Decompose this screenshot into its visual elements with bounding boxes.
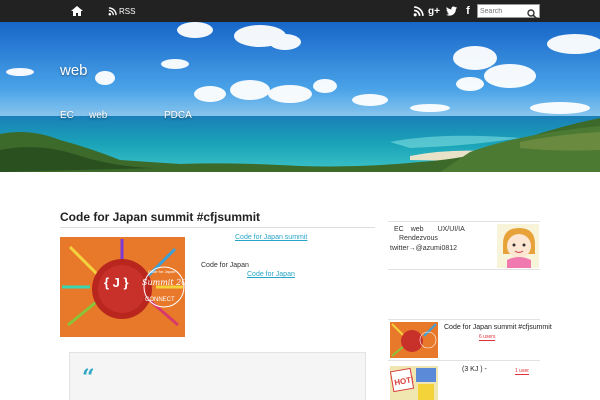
popular-title-2[interactable]: (3 KJ ) - <box>462 366 487 373</box>
header-banner: web EC web PDCA <box>0 22 600 172</box>
quote-icon: “ <box>82 365 95 391</box>
logo-mark-text: { J } <box>104 275 129 290</box>
popular-badge-1[interactable]: 6 users <box>479 334 496 341</box>
summit-poster-image <box>390 322 438 358</box>
meta-text: Code for Japan <box>201 262 249 269</box>
blockquote: “ <box>69 352 366 400</box>
profile-line-3[interactable]: twitter→@azumi0812 <box>390 245 457 252</box>
search-icon[interactable] <box>527 6 537 19</box>
tagline-part-1: EC <box>60 110 74 121</box>
rss-icon[interactable] <box>411 4 425 18</box>
rss-label: RSS <box>119 6 136 16</box>
rss-icon <box>108 6 117 15</box>
home-icon[interactable] <box>70 4 84 18</box>
hot-illustration-image: HOT! <box>390 366 438 400</box>
google-plus-icon[interactable]: g+ <box>427 4 441 18</box>
facebook-icon[interactable]: f <box>461 4 475 18</box>
tagline-part-3: PDCA <box>164 110 192 121</box>
popular-divider <box>388 360 540 361</box>
post-title[interactable]: Code for Japan summit #cfjsummit <box>60 210 260 224</box>
avatar <box>497 224 539 268</box>
popular-thumb-1[interactable] <box>390 322 438 358</box>
title-divider <box>60 227 375 228</box>
search-input[interactable] <box>480 5 526 17</box>
sidebar-divider <box>388 269 540 270</box>
poster-text-3: CONNECT <box>145 297 175 303</box>
sidebar-divider <box>388 221 540 222</box>
post-thumbnail[interactable]: { J } Code for Japan Summit 20 CONNECT <box>60 237 185 337</box>
popular-title-1[interactable]: Code for Japan summit #cfjsummit <box>444 324 552 331</box>
summit-poster-image: { J } Code for Japan Summit 20 CONNECT <box>60 237 185 337</box>
tagline-part-2: web <box>89 110 108 121</box>
poster-text-2: Summit 20 <box>142 278 185 287</box>
avatar-illustration <box>497 224 539 268</box>
meta-link-3[interactable]: Code for Japan <box>247 271 295 278</box>
search-box <box>477 4 540 19</box>
meta-link-2[interactable]: Code for Japan summit <box>235 234 307 241</box>
ocean-landscape-photo <box>0 22 600 172</box>
rss-link[interactable]: RSS <box>108 4 135 18</box>
site-title[interactable]: web <box>60 62 88 79</box>
top-navigation-bar: RSS g+ f <box>0 0 600 22</box>
meta-link-1[interactable] <box>201 234 213 242</box>
profile-line-2: Rendezvous <box>399 235 438 242</box>
popular-divider <box>388 319 540 320</box>
popular-badge-2[interactable]: 1 user <box>515 368 529 375</box>
popular-thumb-2[interactable]: HOT! <box>390 366 438 400</box>
profile-line-1: EC web UX/UI/IA <box>394 226 465 233</box>
twitter-icon[interactable] <box>444 4 458 18</box>
